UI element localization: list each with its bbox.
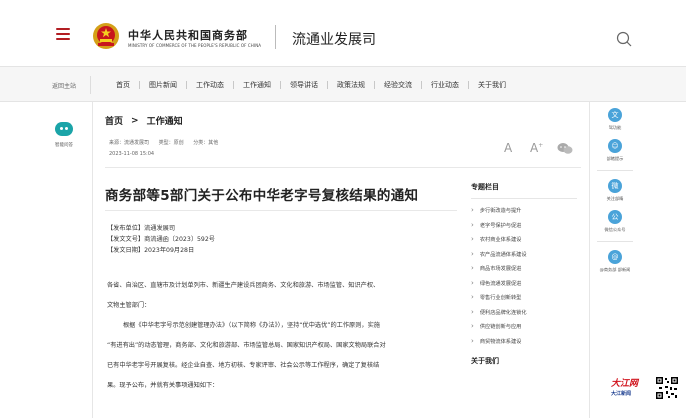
meta-source: 来源：流通发展司 [109, 140, 150, 146]
breadcrumb-home[interactable]: 首页 [105, 114, 123, 127]
weibo-button[interactable]: @ @商务部 部新闻 [592, 250, 638, 273]
topic-link[interactable]: 农产品流通体系建设 [471, 247, 579, 262]
topic-link[interactable]: 商贸物流体系建设 [471, 334, 579, 349]
font-size-large-button[interactable]: A+ [530, 141, 543, 155]
article-info: 【发布单位】流通发展司 【发文文号】商流通函〔2023〕592号 【发文日期】2… [107, 223, 215, 256]
topic-link[interactable]: 零售行业创新转型 [471, 290, 579, 305]
body-line: 根据《中华老字号示范创建管理办法》（以下简称《办法》），坚持“优中选优”的工作原… [123, 322, 380, 329]
breadcrumb: 首页 > 工作通知 [105, 114, 183, 128]
back-to-main-site-link[interactable]: 返回主站 [52, 81, 76, 90]
header-divider [275, 25, 276, 49]
breadcrumb-current[interactable]: 工作通知 [147, 114, 183, 127]
nav-item-home[interactable]: 首页 [116, 80, 130, 90]
meta-datetime: 2023-11-08 15:04 [109, 151, 155, 157]
menu-icon[interactable] [56, 28, 70, 40]
qr-code-icon [655, 376, 679, 400]
topic-link[interactable]: 便利店品牌化连锁化 [471, 305, 579, 320]
national-emblem-icon [93, 23, 119, 49]
body-line: 已有中华老字号开展复核。经企业自查、地方初核、专家评审、社会公示等工作程序，确定… [107, 362, 380, 369]
body-line: 果。现予公布，并就有关事项通知如下： [107, 382, 219, 389]
nav-item-work-updates[interactable]: 工作动态 [196, 80, 224, 90]
topic-link[interactable]: 步行街改造与提升 [471, 203, 579, 218]
article-body: 各省、自治区、直辖市及计划单列市、新疆生产建设兵团商务、文化和旅游、市场监管、知… [107, 276, 459, 396]
org-name-cn: 中华人民共和国商务部 [128, 29, 248, 42]
topics-sidebar: 专题栏目 步行街改造与提升 老字号保护与促进 农村商业体系建设 农产品流通体系建… [471, 182, 579, 372]
font-size-normal-button[interactable]: A [504, 141, 512, 155]
weibo-icon: @ [608, 250, 622, 264]
accessibility-icon: 文 [608, 108, 622, 122]
article-container: 首页 > 工作通知 来源：流通发展司 类型：原创 分类：其他 2023-11-0… [92, 102, 590, 418]
body-line: “有进有出”的动态管理，商务部、文化和旅游部、市场监管总局、国家知识产权局、国家… [107, 342, 386, 349]
topic-link[interactable]: 绿色流通发展促进 [471, 276, 579, 291]
right-toolbar: 文 驾功能 ☺ 部睹提示 微 关注部睛 公 微信公众号 @ @商务部 部新闻 [592, 108, 638, 281]
wechat-share-icon[interactable] [557, 142, 573, 155]
topics-heading: 专题栏目 [471, 183, 499, 191]
breadcrumb-separator: > [131, 115, 139, 126]
nav-item-work-notices[interactable]: 工作通知 [243, 80, 271, 90]
nav-item-leader-speeches[interactable]: 领导讲话 [290, 80, 318, 90]
follow-button[interactable]: 微 关注部睛 [592, 179, 638, 202]
info-publisher: 【发布单位】流通发展司 [107, 225, 176, 232]
topic-link[interactable]: 商品市场发展促进 [471, 261, 579, 276]
article-meta: 来源：流通发展司 类型：原创 分类：其他 [109, 139, 226, 146]
about-heading[interactable]: 关于我们 [471, 356, 579, 366]
nav-item-policies[interactable]: 政策法规 [337, 80, 365, 90]
body-line: 各省、自治区、直辖市及计划单列市、新疆生产建设兵团商务、文化和旅游、市场监管、知… [107, 282, 380, 289]
divider [105, 167, 581, 168]
body-line: 文物主管部门： [107, 302, 151, 309]
ministry-tips-button[interactable]: ☺ 部睹提示 [592, 139, 638, 162]
search-icon[interactable] [616, 31, 632, 47]
site-header: 中华人民共和国商务部 MINISTRY OF COMMERCE OF THE P… [0, 0, 686, 62]
meta-category: 分类：其他 [193, 140, 219, 146]
org-name-en: MINISTRY OF COMMERCE OF THE PEOPLE'S REP… [128, 43, 262, 48]
nav-items: 首页 图片新闻 工作动态 工作通知 领导讲话 政策法规 经验交流 行业动态 关于… [116, 80, 506, 90]
accessibility-button[interactable]: 文 驾功能 [592, 108, 638, 131]
topic-link[interactable]: 农村商业体系建设 [471, 232, 579, 247]
smile-icon: ☺ [608, 139, 622, 153]
wechat-icon: 公 [608, 210, 622, 224]
nav-item-photo-news[interactable]: 图片新闻 [149, 80, 177, 90]
main-nav: 返回主站 首页 图片新闻 工作动态 工作通知 领导讲话 政策法规 经验交流 行业… [0, 66, 686, 102]
divider [105, 210, 457, 211]
follow-icon: 微 [608, 179, 622, 193]
nav-divider [90, 76, 91, 94]
department-title: 流通业发展司 [292, 32, 376, 48]
meta-type: 类型：原创 [158, 140, 184, 146]
smart-qa-button[interactable]: 智能问答 [50, 122, 78, 148]
wechat-official-button[interactable]: 公 微信公众号 [592, 210, 638, 233]
article-title: 商务部等5部门关于公布中华老字号复核结果的通知 [105, 188, 419, 204]
topic-link[interactable]: 老字号保护与促进 [471, 218, 579, 233]
info-doc-number: 【发文文号】商流通函〔2023〕592号 [107, 236, 215, 243]
info-date: 【发文日期】2023年09月28日 [107, 247, 195, 254]
nav-item-about[interactable]: 关于我们 [478, 80, 506, 90]
dajiang-news-logo[interactable]: 大江网 大江新闻 [611, 376, 653, 400]
robot-icon [55, 122, 73, 136]
nav-item-experience[interactable]: 经验交流 [384, 80, 412, 90]
smart-qa-label: 智能问答 [55, 143, 73, 148]
topic-link[interactable]: 供应链创新与应用 [471, 319, 579, 334]
nav-item-industry-news[interactable]: 行业动态 [431, 80, 459, 90]
